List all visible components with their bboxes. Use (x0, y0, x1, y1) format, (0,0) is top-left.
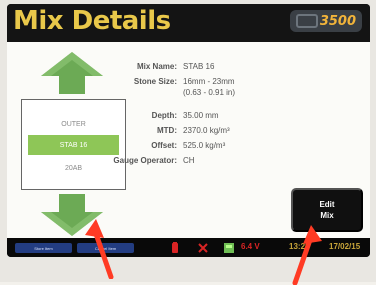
depth-value: 35.00 mm (183, 111, 219, 120)
mix-name-value: STAB 16 (183, 62, 215, 71)
header-bar: Mix Details 3500 (7, 4, 370, 42)
mtd-label: MTD: (157, 126, 177, 135)
edit-mix-label-line1: Edit (319, 200, 335, 209)
annotation-arrow-left-icon (85, 219, 114, 279)
device-screen: Mix Details 3500 OUTER STAB 16 20AB Mix … (7, 4, 370, 257)
mix-name-label: Mix Name: (136, 62, 177, 71)
annotation-arrow-right-icon (292, 225, 322, 285)
page-title: Mix Details (13, 6, 171, 36)
storage-icon (224, 243, 234, 253)
mix-list-item-selected[interactable]: STAB 16 (28, 135, 119, 155)
battery-voltage-text: 6.4 V (241, 242, 260, 251)
mtd-value: 2370.0 kg/m³ (183, 126, 230, 135)
battery-icon (172, 242, 178, 253)
stone-size-imperial-value: (0.63 - 0.91 in) (183, 88, 236, 97)
device-logo-text: 3500 (319, 13, 356, 29)
mix-list-item-outer[interactable]: OUTER (28, 114, 119, 134)
mix-details-content: OUTER STAB 16 20AB Mix Name: STAB 16 Sto… (7, 42, 370, 238)
offset-value: 525.0 kg/m³ (183, 141, 226, 150)
stone-size-value: 16mm - 23mm (183, 77, 235, 86)
stone-size-label: Stone Size: (133, 77, 177, 86)
gauge-operator-label: Gauge Operator: (113, 156, 177, 165)
mix-list-item-20ab[interactable]: 20AB (28, 158, 119, 178)
gauge-operator-value: CH (183, 156, 195, 165)
mix-list[interactable]: OUTER STAB 16 20AB (21, 99, 126, 190)
gauge-logo-icon (296, 14, 318, 28)
store-item-button[interactable]: Store Item (15, 243, 72, 253)
depth-label: Depth: (151, 111, 177, 120)
scroll-up-arrow-icon[interactable] (41, 52, 103, 94)
edit-mix-label-line2: Mix (320, 211, 334, 220)
date-text: 17/02/15 (329, 242, 361, 251)
signal-off-icon (198, 243, 208, 253)
offset-label: Offset: (151, 141, 177, 150)
device-logo: 3500 (290, 10, 362, 32)
